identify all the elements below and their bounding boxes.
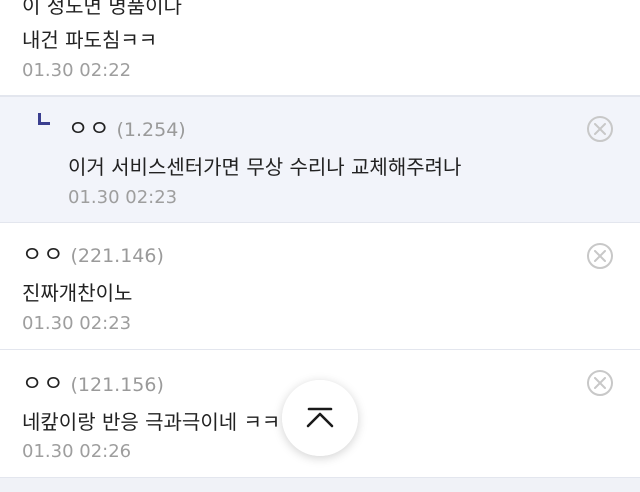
comment-time: 01.30 02:22: [22, 60, 132, 81]
comment-text: 진짜개찬이노: [22, 281, 133, 305]
scroll-to-top-button[interactable]: [282, 380, 358, 456]
author-ip: (221.146): [70, 245, 164, 267]
comment-author: ㅇㅇ (1.254): [68, 111, 186, 143]
comment-text: 내건 파도침ㅋㅋ: [22, 28, 158, 52]
delete-comment-button[interactable]: [587, 243, 613, 269]
comment-time: 01.30 02:23: [68, 187, 178, 208]
comment-text: 네캎이랑 반응 극과극이네 ㅋㅋ: [22, 410, 281, 434]
delete-comment-button[interactable]: [587, 116, 613, 142]
author-ip: (121.156): [70, 374, 164, 396]
comment-list: 이 정도면 명품이다 내건 파도침ㅋㅋ 01.30 02:22 ㅇㅇ (1.254…: [0, 0, 640, 492]
close-circle-icon: [594, 250, 606, 262]
reply-comment-item: ㅇㅇ (1.254) 이거 서비스센터가면 무상 수리나 교체해주려나 01.30…: [0, 96, 640, 223]
comment-author: ㅇㅇ (121.156): [22, 366, 164, 398]
reply-arrow-icon: [38, 113, 50, 125]
author-ip: (1.254): [116, 119, 186, 141]
comment-time: 01.30 02:23: [22, 313, 132, 334]
author-nickname[interactable]: ㅇㅇ: [22, 372, 64, 397]
close-circle-icon: [594, 123, 606, 135]
comment-author: ㅇㅇ (221.146): [22, 237, 164, 269]
comment-item: 이 정도면 명품이다 내건 파도침ㅋㅋ 01.30 02:22: [0, 0, 640, 96]
close-circle-icon: [594, 377, 606, 389]
delete-comment-button[interactable]: [587, 370, 613, 396]
comment-item: ㅇㅇ (221.146) 진짜개찬이노 01.30 02:23: [0, 223, 640, 350]
chevron-up-icon: [306, 407, 334, 428]
comment-time: 01.30 02:26: [22, 441, 132, 462]
author-nickname[interactable]: ㅇㅇ: [68, 117, 110, 142]
list-bottom-divider: [0, 478, 640, 492]
comment-text-partial: 이 정도면 명품이다: [22, 0, 182, 18]
comment-text: 이거 서비스센터가면 무상 수리나 교체해주려나: [68, 155, 462, 179]
author-nickname[interactable]: ㅇㅇ: [22, 243, 64, 268]
